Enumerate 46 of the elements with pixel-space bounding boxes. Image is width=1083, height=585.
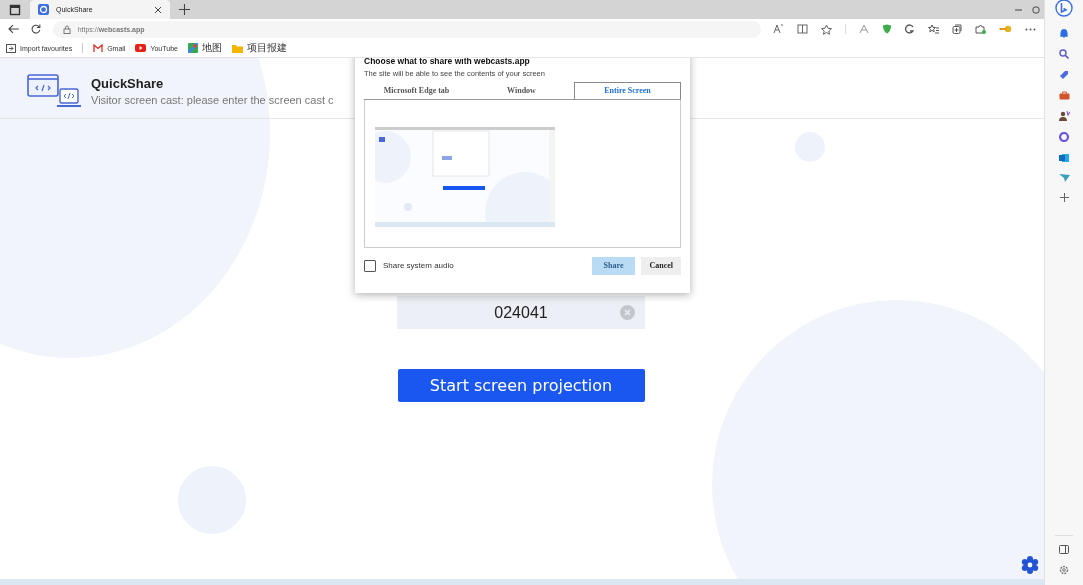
site-favicon-icon	[38, 4, 49, 15]
restore-icon[interactable]	[1032, 5, 1041, 14]
settings-icon[interactable]	[1021, 556, 1039, 574]
send-icon[interactable]	[1058, 174, 1070, 182]
back-icon[interactable]	[8, 24, 19, 34]
more-icon[interactable]	[1025, 27, 1036, 31]
bookmark-item[interactable]: 地图	[187, 41, 222, 55]
checkbox-label: Share system audio	[383, 261, 454, 271]
read-aloud-icon[interactable]	[773, 24, 784, 34]
instruction-text: Visitor screen cast: please enter the screen cast c	[91, 94, 334, 106]
lock-icon	[62, 24, 71, 34]
screen-thumbnail-drawing[interactable]	[375, 126, 555, 227]
bing-chat-icon[interactable]	[1055, 0, 1073, 17]
tab-actions-icon[interactable]	[9, 3, 21, 16]
import-icon	[6, 43, 16, 53]
briefcase-icon[interactable]	[1058, 91, 1070, 100]
new-tab-icon[interactable]	[179, 4, 190, 15]
dialog-title: Choose what to share with webcasts.app	[364, 58, 531, 68]
collections-icon[interactable]	[952, 24, 962, 34]
close-icon[interactable]	[154, 5, 162, 14]
star-icon[interactable]	[821, 23, 832, 35]
bookmark-item[interactable]: 项目报建	[231, 41, 287, 55]
shield-icon[interactable]	[882, 24, 892, 34]
favorites-icon[interactable]	[928, 24, 939, 34]
mail-icon	[93, 44, 104, 52]
map-icon	[187, 43, 198, 53]
sidebar-panel-icon[interactable]	[1059, 545, 1069, 554]
refresh-icon[interactable]	[30, 24, 41, 34]
split-screen-icon[interactable]	[797, 24, 808, 34]
checkbox[interactable]	[364, 259, 376, 272]
add-icon[interactable]	[1059, 193, 1069, 202]
mail-icon[interactable]	[1059, 153, 1069, 163]
folder-icon	[231, 43, 243, 53]
code-input-field[interactable]: 024041	[397, 296, 645, 329]
play-icon	[135, 44, 147, 52]
brand-title: QuickShare	[91, 76, 165, 91]
dialog-button[interactable]: Cancel	[641, 256, 681, 275]
settings-icon[interactable]	[1059, 565, 1069, 575]
people-icon[interactable]	[1058, 111, 1070, 121]
tag-icon[interactable]	[1059, 70, 1069, 80]
search-icon[interactable]	[1059, 49, 1069, 59]
share-source-tab[interactable]: Entire Screen	[574, 81, 681, 99]
bell-icon[interactable]	[1059, 28, 1069, 38]
start-projection-button[interactable]: Start screen projection	[397, 369, 645, 402]
screen-cast-logo-icon	[27, 74, 81, 110]
office-icon[interactable]	[1059, 132, 1069, 142]
